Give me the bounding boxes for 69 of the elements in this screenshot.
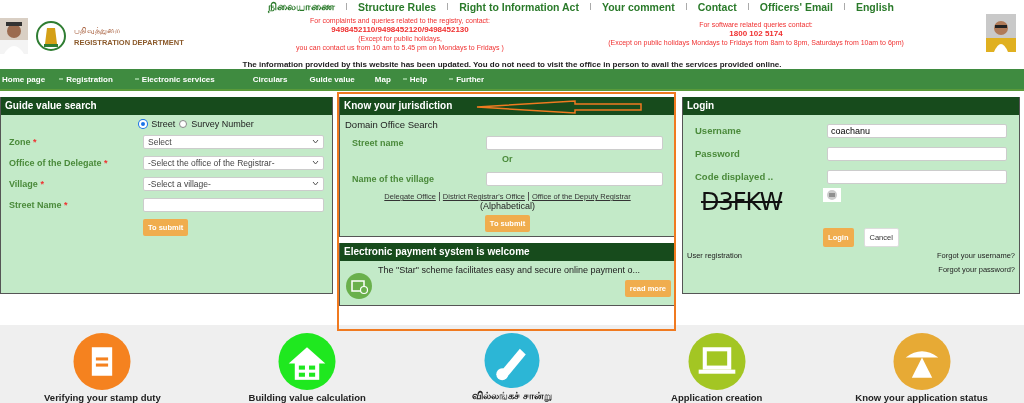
required-mark: *	[40, 178, 44, 189]
top-link[interactable]: English	[855, 0, 894, 13]
input-field[interactable]	[827, 146, 1007, 161]
or-text: Or	[501, 154, 514, 166]
service-icon[interactable]	[687, 333, 746, 390]
radio-button[interactable]	[179, 120, 188, 128]
service-label[interactable]: Know your application status	[855, 392, 988, 403]
input-field[interactable]	[486, 172, 663, 186]
radio-label: Survey Number	[191, 119, 254, 129]
field-label: Zone	[9, 136, 31, 147]
required-mark: *	[104, 157, 108, 168]
nav-item[interactable]: Circulars	[252, 74, 288, 84]
phone-number: 1800 102 5174	[729, 29, 783, 38]
top-link[interactable]: Right to Information Act	[459, 0, 579, 13]
alphabetical-note: (Alphabetical)	[479, 201, 536, 211]
field-label: Street name	[352, 138, 405, 148]
panel-title: Guide value search	[1, 97, 332, 115]
dropdown[interactable]: -Select the office of the Registrar-	[143, 155, 324, 170]
panel-title: Login	[683, 97, 1019, 115]
service-label[interactable]: வில்லங்கச் சான்று	[472, 390, 552, 403]
field-label: Village	[9, 178, 38, 189]
service-label[interactable]: Building value calculation	[248, 392, 366, 403]
required-mark: *	[64, 199, 68, 210]
panel-title: Electronic payment system is welcome	[340, 243, 675, 261]
nav-item[interactable]: Map	[374, 74, 391, 84]
panel-subtitle: Domain Office Search	[344, 118, 439, 132]
captcha-text: D3FKW	[701, 188, 784, 216]
nav-item[interactable]: Registration	[66, 74, 113, 84]
field-label: Office of the Delegate	[9, 157, 102, 168]
field-label: Password	[695, 148, 741, 159]
emblem-icon	[36, 20, 66, 52]
refresh-icon[interactable]	[823, 188, 841, 202]
top-link[interactable]: Contact	[697, 0, 737, 13]
update-notice: The information provided by this website has been updated. You do not need to visit the office in person to avail the services provided online.	[241, 60, 783, 69]
required-mark: *	[33, 136, 37, 147]
caret-icon	[312, 139, 319, 144]
input-field[interactable]	[827, 169, 1007, 184]
radio-label: Street	[151, 119, 176, 129]
field-label: Username	[695, 125, 742, 136]
field-label: Street Name	[9, 199, 62, 210]
nav-item[interactable]: Electronic services	[141, 74, 215, 84]
top-link[interactable]: Officers' Email	[759, 0, 833, 13]
field-label: Code displayed ..	[695, 171, 775, 182]
field-label: Name of the village	[352, 174, 436, 184]
panel-title: Know your jurisdiction	[340, 97, 675, 115]
caret-icon	[312, 181, 319, 186]
service-label[interactable]: Verifying your stamp duty	[44, 392, 161, 403]
nav-item[interactable]: Guide value	[309, 74, 355, 84]
input-field[interactable]: coachanu	[827, 123, 1007, 138]
phone-numbers: 9498452110/9498452120/9498452130	[331, 25, 469, 34]
dropdown[interactable]: Select	[143, 134, 324, 149]
nav-item[interactable]: Further	[456, 74, 485, 84]
input-field[interactable]	[143, 197, 324, 212]
service-label[interactable]: Application creation	[671, 392, 763, 403]
service-icon[interactable]	[73, 333, 132, 390]
nav-item[interactable]: Help	[409, 74, 428, 84]
top-link[interactable]: Structure Rules	[358, 0, 437, 13]
payment-description: The "Star" scheme facilitates easy and secure online payment o...	[378, 265, 641, 275]
caret-icon	[312, 160, 319, 165]
service-icon[interactable]	[892, 333, 951, 390]
service-icon[interactable]	[278, 333, 337, 390]
dropdown[interactable]: -Select a village-	[143, 176, 324, 191]
top-link[interactable]: நிலையாணை	[268, 0, 335, 14]
top-link[interactable]: Your comment	[601, 0, 675, 13]
calendar-icon	[346, 273, 372, 299]
input-field[interactable]	[486, 136, 663, 150]
service-icon[interactable]	[483, 333, 541, 388]
department-tamil-name: பதிவுத்துறை	[74, 25, 121, 36]
nav-item[interactable]: Home page	[2, 74, 46, 84]
